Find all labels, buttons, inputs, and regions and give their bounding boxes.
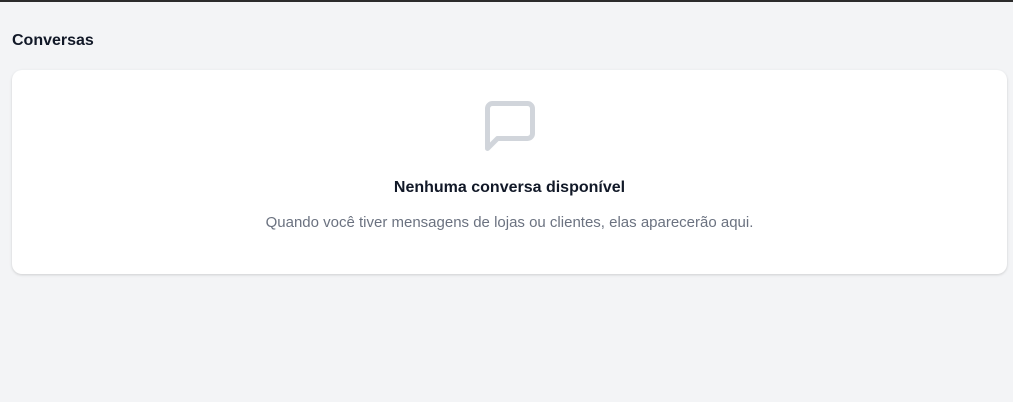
- top-border: [0, 0, 1013, 2]
- page-title: Conversas: [12, 32, 94, 49]
- message-square-icon: [480, 96, 540, 156]
- empty-state-card: Nenhuma conversa disponível Quando você …: [12, 70, 1007, 274]
- empty-state-title: Nenhuma conversa disponível: [393, 179, 626, 196]
- empty-state-description: Quando você tiver mensagens de lojas ou …: [265, 214, 754, 231]
